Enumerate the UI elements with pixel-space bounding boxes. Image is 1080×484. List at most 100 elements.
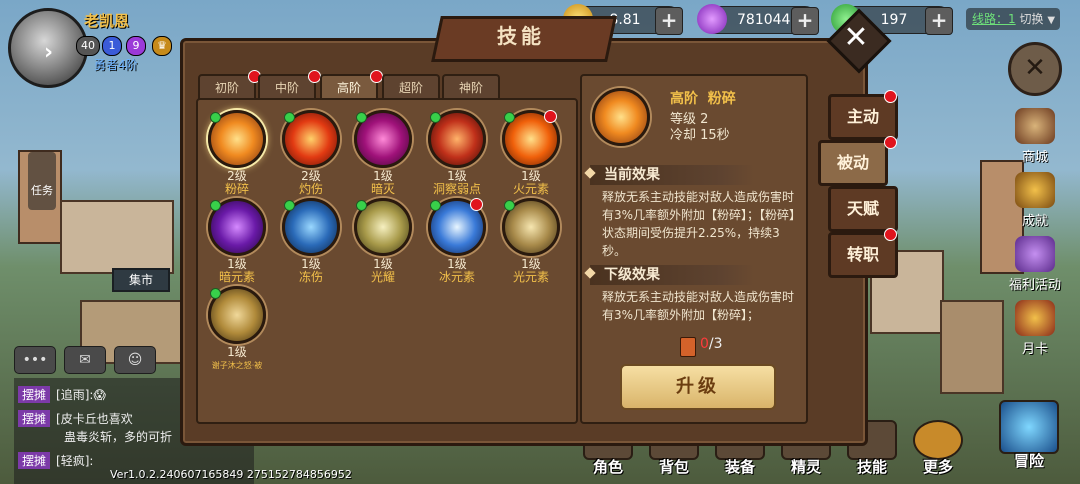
tab-passive-skills[interactable]: 被动 (818, 140, 888, 186)
dialog-title: 技能 (497, 24, 545, 48)
available-dot (430, 112, 441, 123)
add-stamina-button[interactable]: + (925, 7, 953, 35)
available-dot (430, 200, 441, 211)
current-effect-header: 当前效果 (584, 165, 754, 185)
notification-dot (884, 136, 897, 149)
skill-name: 光元素 (512, 270, 549, 284)
available-dot (504, 112, 515, 123)
gift-icon (1015, 236, 1055, 272)
available-dot (210, 112, 221, 123)
chat-message-continued: 蛊毒炎斩，多的可折 (64, 430, 173, 444)
gem-value: 7810442 (737, 12, 800, 28)
gem-counter: 7810442 + (697, 4, 819, 35)
material-current: 0 (700, 336, 709, 352)
switch-label: 切换 (1019, 12, 1044, 26)
adventure-portal-icon (999, 400, 1059, 454)
friends-icon[interactable]: ☺ (114, 346, 156, 374)
monthly-card-label: 月卡 (1021, 342, 1048, 357)
next-effect-title: 下级效果 (604, 267, 660, 283)
skill-name: 洞察弱点 (432, 182, 481, 196)
selected-skill-tier: 高阶 (670, 91, 698, 107)
notification-dot (884, 90, 897, 103)
shield-badge: 1 (102, 36, 122, 56)
line-switch[interactable]: 线路：1 切换 ▼ (966, 8, 1060, 30)
chat-message: 摆摊 [追雨]:😱 (18, 386, 106, 403)
add-gold-button[interactable]: + (655, 7, 683, 35)
available-dot (504, 200, 515, 211)
market-sign[interactable]: 集市 (112, 268, 170, 292)
available-dot (356, 112, 367, 123)
close-icon[interactable]: ✕ (836, 18, 876, 58)
skill-name: 火元素 (512, 182, 549, 196)
nav-label: 冒险 (1013, 452, 1044, 470)
achievement-button[interactable]: 成就 (1010, 172, 1060, 229)
shop-icon (1015, 108, 1055, 144)
chat-text: [追雨]:😱 (56, 388, 106, 402)
material-total: /3 (708, 336, 723, 352)
available-dot (356, 200, 367, 211)
player-level-badge: 40 (76, 36, 100, 56)
mail-icon[interactable]: ✉ (64, 346, 106, 374)
nav-more[interactable]: 更多 (912, 420, 964, 477)
tab-tier-4[interactable]: 超阶 (382, 74, 440, 100)
welfare-button[interactable]: 福利活动 (1004, 236, 1066, 293)
skill-name: 冰元素 (438, 270, 475, 284)
nav-adventure[interactable]: 冒险 (998, 400, 1060, 471)
available-dot (284, 112, 295, 123)
achievement-label: 成就 (1021, 214, 1048, 229)
vip-badge: 9 (126, 36, 146, 56)
skill-book-icon (680, 337, 696, 357)
notification-dot (884, 228, 897, 241)
selected-skill-name: 粉碎 (707, 91, 736, 107)
nav-label: 更多 (922, 458, 953, 476)
stall-tag: 摆摊 (18, 386, 51, 403)
compass-icon[interactable]: ✕ (1008, 42, 1062, 96)
nav-label: 背包 (658, 458, 689, 476)
add-gem-button[interactable]: + (791, 7, 819, 35)
trophy-icon (1015, 172, 1055, 208)
skill-level: 1级 (227, 345, 247, 359)
monthly-card-button[interactable]: 月卡 (1010, 300, 1060, 357)
selected-skill-cooldown: 冷却 15秒 (670, 128, 730, 143)
player-name: 老凯恩 (84, 12, 130, 30)
available-dot (284, 200, 295, 211)
dropdown-icon: ▼ (1047, 15, 1056, 26)
notification-dot (544, 110, 557, 123)
card-icon (1015, 300, 1055, 336)
skill-name: 暗灭 (370, 182, 395, 196)
chat-text: [轻疯]: (56, 454, 94, 468)
current-effect-text: 释放无系主动技能对敌人造成伤害时有3%几率额外附加【粉碎】；【粉碎】状态期间受伤… (602, 190, 796, 258)
nav-label: 角色 (592, 458, 623, 476)
upgrade-button[interactable]: 升级 (620, 364, 776, 410)
skill-name: 谢子沐之怒·被 (211, 361, 263, 370)
nav-label: 技能 (856, 458, 887, 476)
bg-building (60, 200, 174, 274)
shop-button[interactable]: 商城 (1010, 108, 1060, 165)
available-dot (210, 200, 221, 211)
crown-icon: ♛ (152, 36, 172, 56)
selected-skill-icon (592, 88, 650, 146)
tab-talent[interactable]: 天赋 (828, 186, 898, 232)
line-label: 线路：1 (972, 12, 1016, 26)
tab-tier-5[interactable]: 神阶 (442, 74, 500, 100)
version-label: Ver1.0.2.240607165849 275152784856952 (110, 468, 352, 481)
chat-message: 摆摊 [轻疯]: (18, 452, 93, 469)
skill-name: 暗元素 (218, 270, 255, 284)
chat-message: 摆摊 [皮卡丘也喜欢 (18, 410, 133, 427)
gem-icon (697, 4, 727, 34)
stall-tag: 摆摊 (18, 452, 51, 469)
available-dot (210, 288, 221, 299)
material-count: 0/3 (700, 336, 723, 352)
next-effect-header: 下级效果 (584, 265, 754, 285)
nav-label: 装备 (724, 458, 755, 476)
stall-tag: 摆摊 (18, 410, 51, 427)
next-effect-text: 释放无系主动技能对敌人造成伤害时有3%几率额外附加【粉碎】； (602, 290, 795, 322)
skill-name: 光耀 (370, 270, 395, 284)
welfare-label: 福利活动 (1008, 278, 1061, 293)
selected-skill-title: 高阶 粉碎 (670, 88, 736, 108)
task-label: 任务 (31, 184, 53, 197)
chat-text: [皮卡丘也喜欢 (56, 412, 133, 426)
task-button[interactable]: 任务 (28, 152, 56, 210)
bg-building (940, 300, 1004, 394)
chat-bubble-icon[interactable]: ••• (14, 346, 56, 374)
